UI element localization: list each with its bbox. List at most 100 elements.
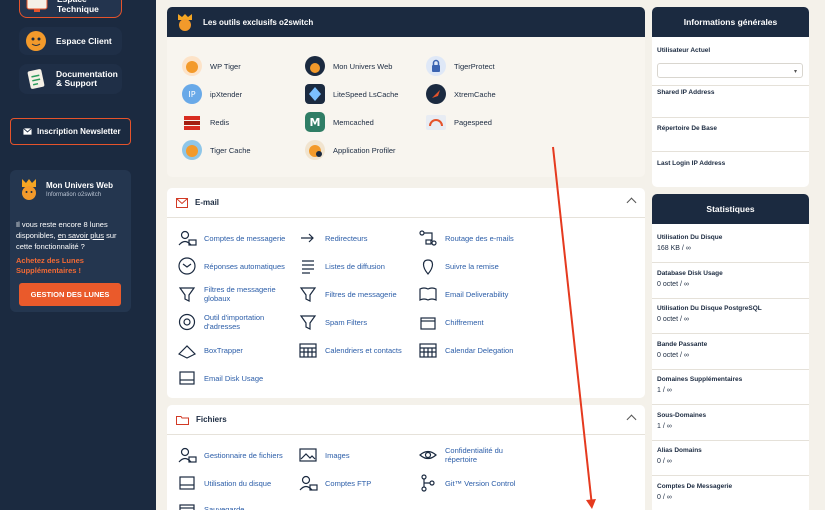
sidebar-item-espace-technique[interactable]: Espace Technique [19,0,122,18]
disk-icon [179,476,195,490]
tool-memcached[interactable]: M Memcached [304,111,374,133]
email-item-label: Chiffrement [445,317,484,327]
user-icon [299,475,318,491]
sidebar-item-label: Documentation & Support [56,69,118,88]
stat-value: 168 KB / ∞ [657,245,691,252]
email-item-track-delivery[interactable]: Suivre la remise [418,256,499,276]
email-item-label: Spam Filters [325,317,368,327]
disk-icon [179,371,195,385]
stat-value: 0 / ∞ [657,458,672,465]
email-item-disk-usage[interactable]: Email Disk Usage [177,368,263,388]
sidebar-item-documentation[interactable]: Documentation & Support [19,64,122,94]
tool-redis[interactable]: Redis [181,111,229,133]
email-item-label: Email Deliverability [445,289,509,299]
file-item-directory-privacy[interactable]: Confidentialité du répertoire [418,445,529,465]
newsletter-button[interactable]: Inscription Newsletter [10,118,131,145]
manage-moons-button[interactable]: GESTION DES LUNES [19,283,121,306]
collapse-chevron-icon[interactable] [626,414,637,425]
box-icon [420,317,436,330]
tool-label: Pagespeed [454,117,492,127]
tool-label: Tiger Cache [210,145,251,155]
email-item-encryption[interactable]: Chiffrement [418,312,484,332]
document-icon [27,69,45,89]
files-header[interactable]: Fichiers [167,405,645,435]
mail-icon [23,128,32,135]
tool-label: LiteSpeed LsCache [333,89,399,99]
file-item-backup[interactable]: Sauvegarde [177,499,244,510]
stats-title: Statistiques [652,194,809,224]
file-item-label: Git™ Version Control [445,478,516,488]
trap-icon [177,345,197,359]
envelope-icon [176,197,188,208]
tool-tigerprotect[interactable]: TigerProtect [425,55,495,77]
email-item-address-importer[interactable]: Outil d'importation d'adresses [177,312,288,332]
stat-divider [652,262,809,263]
book-icon [419,287,437,301]
tool-label: XtremCache [454,89,496,99]
profiler-icon [305,140,325,160]
email-item-autoresponders[interactable]: Réponses automatiques [177,256,285,276]
email-item-calendar-delegation[interactable]: Calendar Delegation [418,340,513,360]
file-item-images[interactable]: Images [298,445,350,465]
email-item-deliverability[interactable]: Email Deliverability [418,284,508,304]
email-item-spam-filters[interactable]: Spam Filters [298,312,367,332]
sidebar-item-espace-client[interactable]: Espace Client [19,27,122,55]
tool-label: Memcached [333,117,374,127]
file-item-disk-usage[interactable]: Utilisation du disque [177,473,271,493]
tool-tiger-cache[interactable]: Tiger Cache [181,139,251,161]
email-item-forwarders[interactable]: Redirecteurs [298,228,368,248]
memcached-icon: M [305,112,325,132]
tool-litespeed[interactable]: LiteSpeed LsCache [304,83,398,105]
email-item-global-filters[interactable]: Filtres de messagerie globaux [177,284,288,304]
email-item-boxtrapper[interactable]: BoxTrapper [177,340,243,360]
svg-text:IP: IP [188,90,195,99]
general-info-title: Informations générales [652,7,809,37]
email-item-routing[interactable]: Routage des e-mails [418,228,514,248]
tiger-icon [178,14,192,31]
last-login-label: Last Login IP Address [657,160,726,167]
stat-value: 1 / ∞ [657,422,672,430]
email-item-calendars[interactable]: Calendriers et contacts [298,340,402,360]
email-item-filters[interactable]: Filtres de messagerie [298,284,397,304]
file-item-ftp-accounts[interactable]: Comptes FTP [298,473,371,493]
collapse-chevron-icon[interactable] [626,197,637,208]
tool-pagespeed[interactable]: Pagespeed [425,111,492,133]
stat-value: 0 octet / ∞ [657,351,689,359]
files-title: Fichiers [196,415,227,424]
tools-title: Les outils exclusifs o2switch [203,17,314,27]
user-icon [178,230,197,246]
image-icon [299,448,317,462]
tool-ipxtender[interactable]: IP ipXtender [181,83,242,105]
eye-icon [419,450,437,460]
stat-divider [652,333,809,334]
email-item-accounts[interactable]: Comptes de messagerie [177,228,285,248]
file-item-label: Utilisation du disque [204,478,272,488]
moon-card: Mon Univers Web Information o2switch Il … [10,170,131,312]
email-header[interactable]: E-mail [167,188,645,218]
email-panel: E-mail Comptes de messagerie Redirecteurs… [167,188,645,398]
email-item-label: Email Disk Usage [204,373,264,383]
tool-application-profiler[interactable]: Application Profiler [304,139,396,161]
shared-ip-label: Shared IP Address [657,89,715,96]
chevron-down-icon: ▾ [793,69,797,75]
tool-label: WP Tiger [210,61,241,71]
stat-value: 0 octet / ∞ [657,316,689,323]
gauge-icon [426,115,446,130]
file-item-git[interactable]: Git™ Version Control [418,473,515,493]
learn-more-link[interactable]: en savoir plus [58,231,104,240]
tool-label: TigerProtect [454,61,495,71]
cal-icon [299,343,317,358]
email-item-label: Outil d'importation d'adresses [204,313,265,331]
stat-value: 0 octet / ∞ [657,280,689,288]
stat-divider [652,404,809,405]
tool-xtremcache[interactable]: XtremCache [425,83,496,105]
current-user-label: Utilisateur Actuel [657,47,711,54]
stat-label: Domaines Supplémentaires [657,376,743,383]
file-item-file-manager[interactable]: Gestionnaire de fichiers [177,445,283,465]
tool-mon-univers-web[interactable]: Mon Univers Web [304,55,392,77]
buy-moons-link[interactable]: Achetez des Lunes Supplémentaires ! [16,256,116,276]
email-item-mailing-lists[interactable]: Listes de diffusion [298,256,385,276]
reply-icon [178,257,196,275]
current-user-select[interactable]: ▾ [657,63,803,78]
tool-wp-tiger[interactable]: WP Tiger [181,55,241,77]
